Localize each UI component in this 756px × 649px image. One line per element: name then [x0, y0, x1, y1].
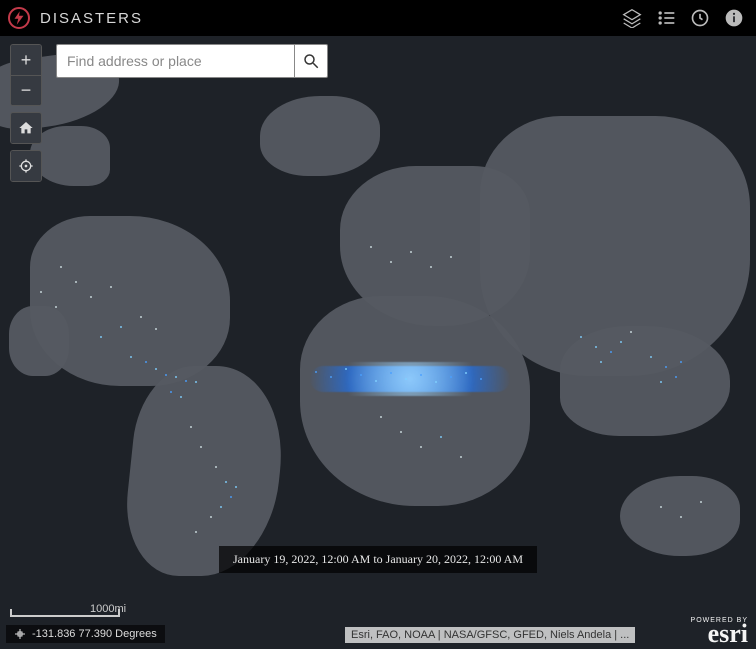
crosshair-icon	[14, 628, 26, 640]
home-group	[10, 112, 42, 144]
zoom-in-button[interactable]: +	[11, 45, 41, 75]
search	[56, 44, 328, 78]
zoom-out-button[interactable]: −	[11, 75, 41, 105]
search-button[interactable]	[294, 44, 328, 78]
locate-group	[10, 150, 42, 182]
logo-icon	[8, 7, 30, 29]
info-button[interactable]	[720, 4, 748, 32]
scale-label: 1000mi	[90, 603, 126, 615]
scale-bar: 1000mi	[10, 609, 120, 619]
legend-button[interactable]	[652, 4, 680, 32]
locate-button[interactable]	[11, 151, 41, 181]
home-button[interactable]	[11, 113, 41, 143]
zoom-group: + −	[10, 44, 42, 106]
esri-brand: esri	[691, 624, 748, 645]
attribution[interactable]: Esri, FAO, NOAA | NASA/GFSC, GFED, Niels…	[345, 627, 635, 643]
search-input[interactable]	[56, 44, 294, 78]
app-header: DISASTERS	[0, 0, 756, 36]
time-range-label: January 19, 2022, 12:00 AM to January 20…	[219, 546, 537, 573]
time-button[interactable]	[686, 4, 714, 32]
esri-logo: POWERED BY esri	[691, 617, 748, 645]
header-tools	[618, 4, 748, 32]
app-title: DISASTERS	[40, 10, 143, 27]
layers-button[interactable]	[618, 4, 646, 32]
map-tools: + −	[10, 44, 42, 182]
coordinates[interactable]: -131.836 77.390 Degrees	[6, 625, 165, 643]
coordinates-text: -131.836 77.390 Degrees	[32, 628, 157, 640]
